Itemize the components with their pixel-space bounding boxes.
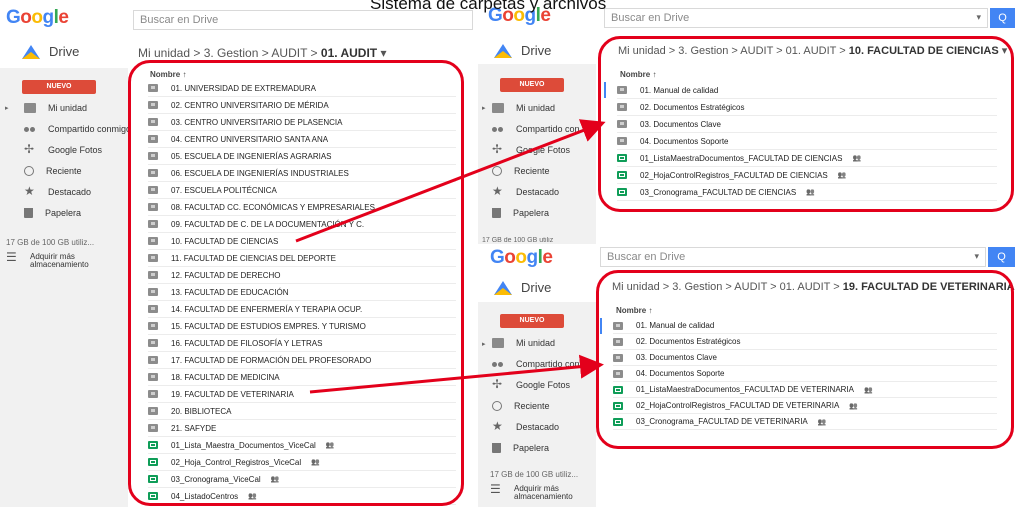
screenshot-collage: Sistema de carpetas y archivos Google Bu… [0, 0, 1015, 507]
arrows [295, 119, 606, 394]
arrow-to-veterinaria [309, 354, 604, 394]
figure-caption: Sistema de carpetas y archivos [370, 0, 607, 13]
arrow-to-ciencias [295, 119, 606, 243]
